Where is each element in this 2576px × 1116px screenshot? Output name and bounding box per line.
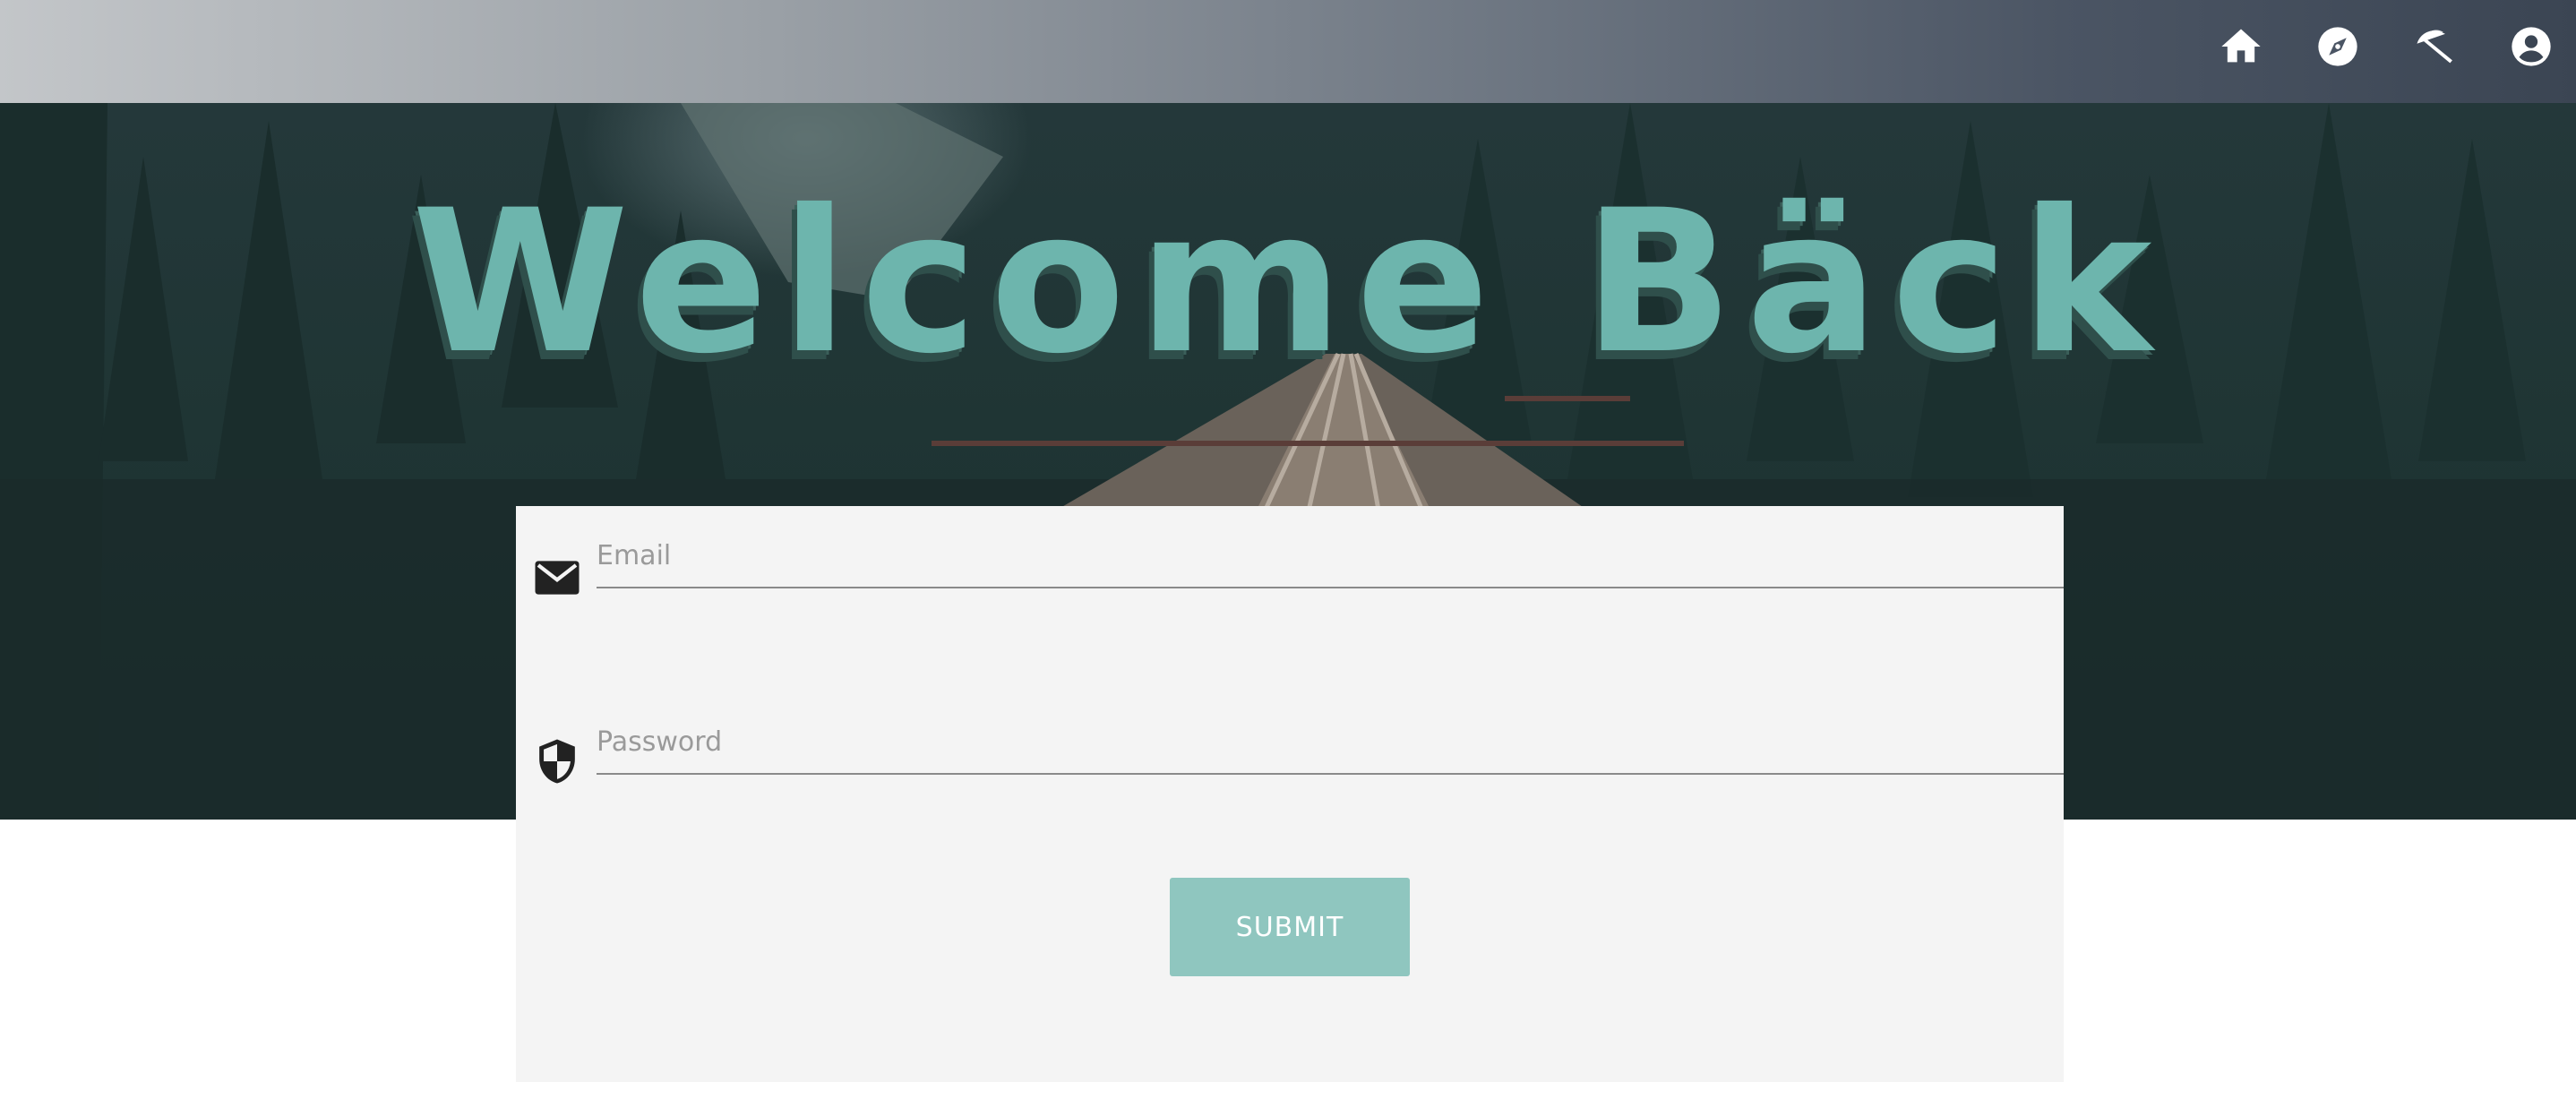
envelope-icon <box>532 553 582 603</box>
compass-icon[interactable] <box>2314 23 2361 70</box>
password-field[interactable] <box>597 710 2064 775</box>
beach-umbrella-icon[interactable] <box>2411 23 2458 70</box>
page-title: Welcome Bäck <box>411 167 2165 397</box>
shield-icon <box>532 736 582 786</box>
email-field[interactable] <box>597 524 2064 588</box>
account-icon[interactable] <box>2508 23 2555 70</box>
top-navbar <box>0 0 2576 103</box>
login-form: SUBMIT <box>516 506 2064 1082</box>
home-icon[interactable] <box>2218 23 2264 70</box>
submit-button[interactable]: SUBMIT <box>1170 878 1410 976</box>
